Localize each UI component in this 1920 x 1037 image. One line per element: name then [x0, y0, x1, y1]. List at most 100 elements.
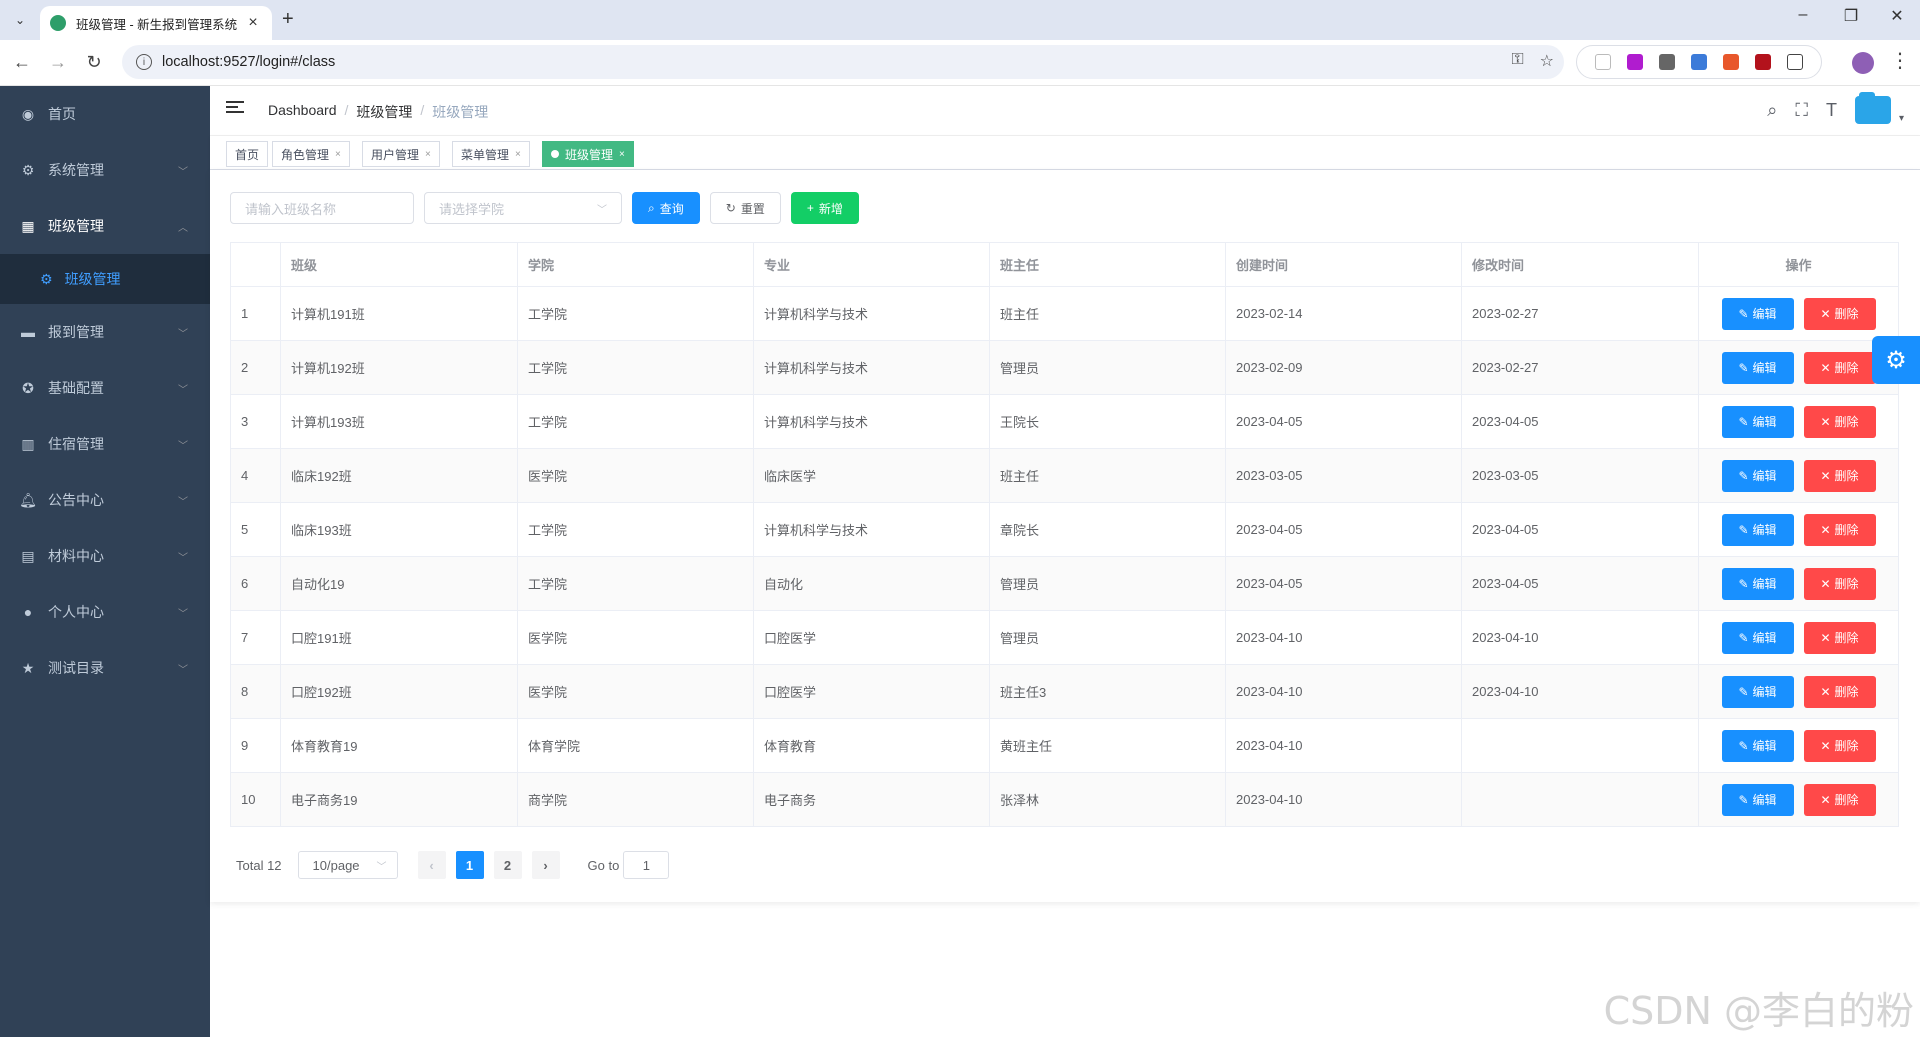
profile-avatar[interactable] — [1852, 52, 1874, 74]
tab-close-icon[interactable]: × — [244, 14, 262, 32]
extension-shield-icon[interactable] — [1755, 54, 1771, 70]
back-icon[interactable]: ← — [10, 52, 34, 73]
close-icon[interactable]: × — [335, 149, 341, 160]
add-button[interactable]: + 新增 — [790, 192, 859, 224]
prev-page-icon[interactable]: ‹ — [417, 851, 446, 879]
cell-created: 2023-04-10 — [1225, 772, 1462, 827]
submenu-item-class[interactable]: ⚙ 班级管理 — [0, 254, 210, 304]
breadcrumb-class-group: 班级管理 — [356, 104, 413, 120]
delete-button-label: 删除 — [1834, 793, 1859, 807]
forward-icon[interactable]: → — [46, 52, 70, 73]
extension-tree-icon[interactable] — [1723, 54, 1739, 70]
browser-tab[interactable]: 班级管理 - 新生报到管理系统 × — [40, 6, 272, 40]
window-close-icon[interactable]: ✕ — [1874, 6, 1920, 26]
edit-button[interactable]: ✎ 编辑 — [1721, 675, 1794, 708]
tab-search-icon[interactable]: ⌄ — [8, 8, 32, 32]
sidebar-item-test[interactable]: ★ 测试目录 ﹀ — [0, 640, 210, 696]
edit-button[interactable]: ✎ 编辑 — [1721, 729, 1794, 762]
password-key-icon[interactable]: ⚿ — [1511, 51, 1523, 71]
url-bar[interactable]: i localhost:9527/login#/class ⚿ ☆ — [122, 45, 1564, 79]
cell-created: 2023-04-10 — [1225, 718, 1462, 773]
gear-icon: ⚙ — [1885, 346, 1907, 374]
edit-button[interactable]: ✎ 编辑 — [1721, 459, 1794, 492]
fullscreen-icon[interactable]: ⛶ — [1795, 100, 1808, 121]
new-tab-icon[interactable]: + — [282, 8, 294, 31]
sidebar-item-materials[interactable]: ▤ 材料中心 ﹀ — [0, 528, 210, 584]
tag-class[interactable]: 班级管理 × — [542, 141, 634, 167]
delete-button[interactable]: ✕ 删除 — [1803, 621, 1876, 654]
edit-button[interactable]: ✎ 编辑 — [1721, 567, 1794, 600]
extensions-puzzle-icon[interactable] — [1787, 54, 1803, 70]
reset-button[interactable]: ↻ 重置 — [709, 192, 781, 224]
tag-menus[interactable]: 菜单管理 × — [452, 141, 530, 167]
browser-menu-icon[interactable]: ⋮ — [1890, 48, 1910, 73]
extension-cursor-icon[interactable] — [1595, 54, 1611, 70]
avatar[interactable] — [1854, 92, 1891, 124]
search-icon[interactable]: ⌕ — [1767, 100, 1777, 121]
cell-major: 电子商务 — [753, 772, 990, 827]
font-size-icon[interactable]: T — [1826, 100, 1837, 121]
hamburger-icon[interactable] — [226, 101, 244, 119]
class-name-input[interactable]: 请输入班级名称 — [230, 192, 414, 224]
edit-icon: ✎ — [1738, 306, 1749, 321]
tag-roles[interactable]: 角色管理 × — [272, 141, 350, 167]
cell-index: 6 — [230, 556, 281, 611]
site-info-icon[interactable]: i — [136, 54, 152, 70]
filter-bar: 请输入班级名称 请选择学院 ﹀ ⌕ 查询 ↻ 重置 + 新增 — [230, 192, 859, 224]
sidebar-item-basic-config[interactable]: ✪ 基础配置 ﹀ — [0, 360, 210, 416]
edit-button-label: 编辑 — [1752, 685, 1777, 699]
tag-home[interactable]: 首页 — [226, 141, 269, 167]
edit-button[interactable]: ✎ 编辑 — [1721, 783, 1794, 816]
reload-icon[interactable]: ↻ — [82, 52, 106, 73]
page-1-button[interactable]: 1 — [455, 851, 484, 879]
next-page-icon[interactable]: › — [531, 851, 560, 879]
bookmark-star-icon[interactable]: ☆ — [1540, 51, 1554, 71]
edit-button[interactable]: ✎ 编辑 — [1721, 297, 1794, 330]
extension-reader-icon[interactable] — [1659, 54, 1675, 70]
college-select[interactable]: 请选择学院 ﹀ — [424, 192, 622, 224]
edit-button[interactable]: ✎ 编辑 — [1721, 621, 1794, 654]
search-button[interactable]: ⌕ 查询 — [632, 192, 700, 224]
extension-ip-icon[interactable] — [1627, 54, 1643, 70]
goto-input[interactable]: 1 — [623, 851, 670, 879]
delete-button[interactable]: ✕ 删除 — [1803, 405, 1876, 438]
delete-button[interactable]: ✕ 删除 — [1803, 729, 1876, 762]
caret-down-icon[interactable]: ▾ — [1899, 113, 1904, 124]
delete-button[interactable]: ✕ 删除 — [1803, 513, 1876, 546]
edit-button[interactable]: ✎ 编辑 — [1721, 405, 1794, 438]
delete-button[interactable]: ✕ 删除 — [1803, 351, 1876, 384]
cell-major: 自动化 — [753, 556, 990, 611]
page-size-select[interactable]: 10/page ﹀ — [297, 851, 398, 879]
sidebar-item-system[interactable]: ⚙ 系统管理 ﹀ — [0, 142, 210, 198]
sidebar-item-checkin[interactable]: ▬ 报到管理 ﹀ — [0, 304, 210, 360]
settings-gear-button[interactable]: ⚙ — [1872, 336, 1920, 384]
close-icon[interactable]: × — [425, 149, 431, 160]
sidebar-item-label: 系统管理 — [48, 162, 104, 178]
cell-major: 临床医学 — [753, 448, 990, 503]
delete-button[interactable]: ✕ 删除 — [1803, 459, 1876, 492]
sidebar-item-notice[interactable]: 🔔︎ 公告中心 ﹀ — [0, 472, 210, 528]
cell-major: 计算机科学与技术 — [753, 340, 990, 395]
edit-button[interactable]: ✎ 编辑 — [1721, 513, 1794, 546]
delete-button-label: 删除 — [1834, 415, 1859, 429]
minimize-icon[interactable]: – — [1780, 6, 1826, 24]
breadcrumb-dashboard[interactable]: Dashboard — [268, 102, 337, 122]
delete-button[interactable]: ✕ 删除 — [1803, 567, 1876, 600]
delete-button[interactable]: ✕ 删除 — [1803, 297, 1876, 330]
sidebar-item-dorm[interactable]: ▥ 住宿管理 ﹀ — [0, 416, 210, 472]
sidebar-item-profile[interactable]: ● 个人中心 ﹀ — [0, 584, 210, 640]
sidebar-item-home[interactable]: ◉ 首页 — [0, 86, 210, 142]
delete-button[interactable]: ✕ 删除 — [1803, 783, 1876, 816]
extension-layers-icon[interactable] — [1691, 54, 1707, 70]
close-icon[interactable]: × — [619, 149, 625, 160]
tag-users[interactable]: 用户管理 × — [362, 141, 440, 167]
close-icon[interactable]: × — [515, 149, 521, 160]
cell-major: 计算机科学与技术 — [753, 286, 990, 341]
chevron-up-icon: ︿ — [178, 222, 188, 234]
delete-button[interactable]: ✕ 删除 — [1803, 675, 1876, 708]
restore-icon[interactable]: ❐ — [1828, 6, 1874, 26]
edit-button[interactable]: ✎ 编辑 — [1721, 351, 1794, 384]
page-2-button[interactable]: 2 — [493, 851, 522, 879]
gear-icon: ⚙ — [40, 270, 53, 287]
sidebar-item-class[interactable]: ▦ 班级管理 ︿ — [0, 198, 210, 254]
